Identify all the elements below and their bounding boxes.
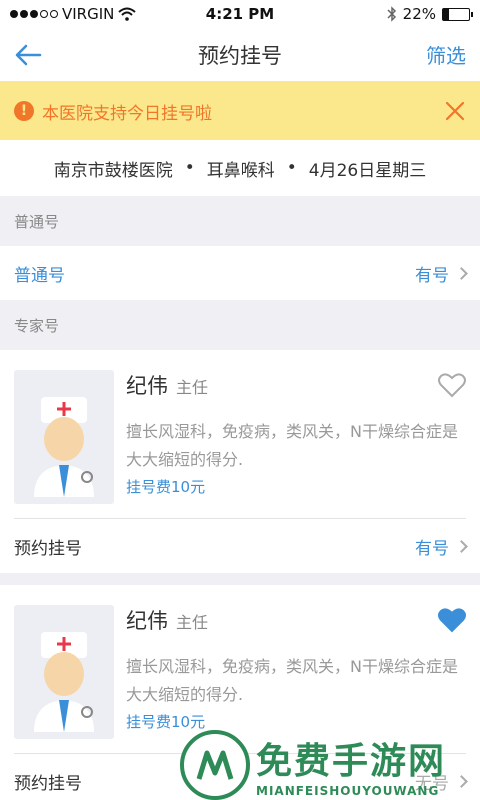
doctor-icon xyxy=(34,397,94,497)
status-bar: VIRGIN 4:21 PM 22% xyxy=(0,0,480,28)
chevron-right-icon xyxy=(455,539,468,553)
notice-text: 本医院支持今日挂号啦 xyxy=(42,103,212,124)
book-availability: 有号 xyxy=(415,534,468,559)
doctor-title: 主任 xyxy=(176,613,209,632)
nav-bar: 预约挂号 筛选 xyxy=(0,28,480,82)
chevron-right-icon xyxy=(455,266,468,280)
watermark-title: 免费手游网 xyxy=(256,741,447,782)
book-label: 预约挂号 xyxy=(14,773,82,794)
book-label: 预约挂号 xyxy=(14,538,82,559)
arrow-left-icon xyxy=(15,44,42,65)
general-row-label: 普通号 xyxy=(14,265,65,286)
separator: • xyxy=(184,158,195,178)
general-row[interactable]: 普通号 有号 xyxy=(0,246,480,300)
notice-banner: ! 本医院支持今日挂号啦 xyxy=(0,82,480,140)
doctor-avatar xyxy=(14,605,114,739)
doctor-icon xyxy=(34,632,94,732)
doctor-title: 主任 xyxy=(176,378,209,397)
heart-outline-icon[interactable] xyxy=(438,372,466,398)
separator: • xyxy=(286,158,297,178)
chevron-right-icon xyxy=(455,774,468,788)
doctor-name: 纪伟 xyxy=(126,374,168,398)
battery-icon xyxy=(442,7,473,21)
doctor-fee: 挂号费10元 xyxy=(126,713,206,731)
doctor-name: 纪伟 xyxy=(126,609,168,633)
doctor-avatar xyxy=(14,370,114,504)
general-availability: 有号 xyxy=(415,261,468,286)
watermark-logo-icon xyxy=(180,730,250,800)
availability-label: 有号 xyxy=(415,538,449,559)
page-title: 预约挂号 xyxy=(198,43,282,68)
warning-icon: ! xyxy=(14,101,34,121)
back-button[interactable] xyxy=(14,37,50,73)
book-row[interactable]: 预约挂号 有号 xyxy=(0,519,480,573)
doctor-card[interactable]: 纪伟 主任 擅长风湿科，免疫病，类风关，N干燥综合症是大大缩短的得分. 挂号费1… xyxy=(0,350,480,573)
battery-level xyxy=(443,8,449,20)
section-label-expert: 专家号 xyxy=(14,316,60,335)
doctor-description: 擅长风湿科，免疫病，类风关，N干燥综合症是大大缩短的得分. xyxy=(126,422,458,469)
doctor-description: 擅长风湿科，免疫病，类风关，N干燥综合症是大大缩短的得分. xyxy=(126,657,458,704)
availability-label: 有号 xyxy=(415,265,449,286)
hospital-name: 南京市鼓楼医院 xyxy=(53,160,173,181)
appointment-date: 4月26日星期三 xyxy=(308,160,427,181)
section-label-general: 普通号 xyxy=(14,212,60,231)
heart-filled-icon[interactable] xyxy=(438,607,466,633)
watermark: 免费手游网 MIANFEISHOUYOUWANG xyxy=(180,730,446,800)
doctor-fee: 挂号费10元 xyxy=(126,478,206,496)
status-time: 4:21 PM xyxy=(205,5,275,23)
hospital-info: 南京市鼓楼医院 • 耳鼻喉科 • 4月26日星期三 xyxy=(0,140,480,196)
filter-button[interactable]: 筛选 xyxy=(426,40,466,69)
department-name: 耳鼻喉科 xyxy=(206,160,275,181)
close-icon[interactable] xyxy=(444,100,466,122)
watermark-subtitle: MIANFEISHOUYOUWANG xyxy=(256,784,440,798)
